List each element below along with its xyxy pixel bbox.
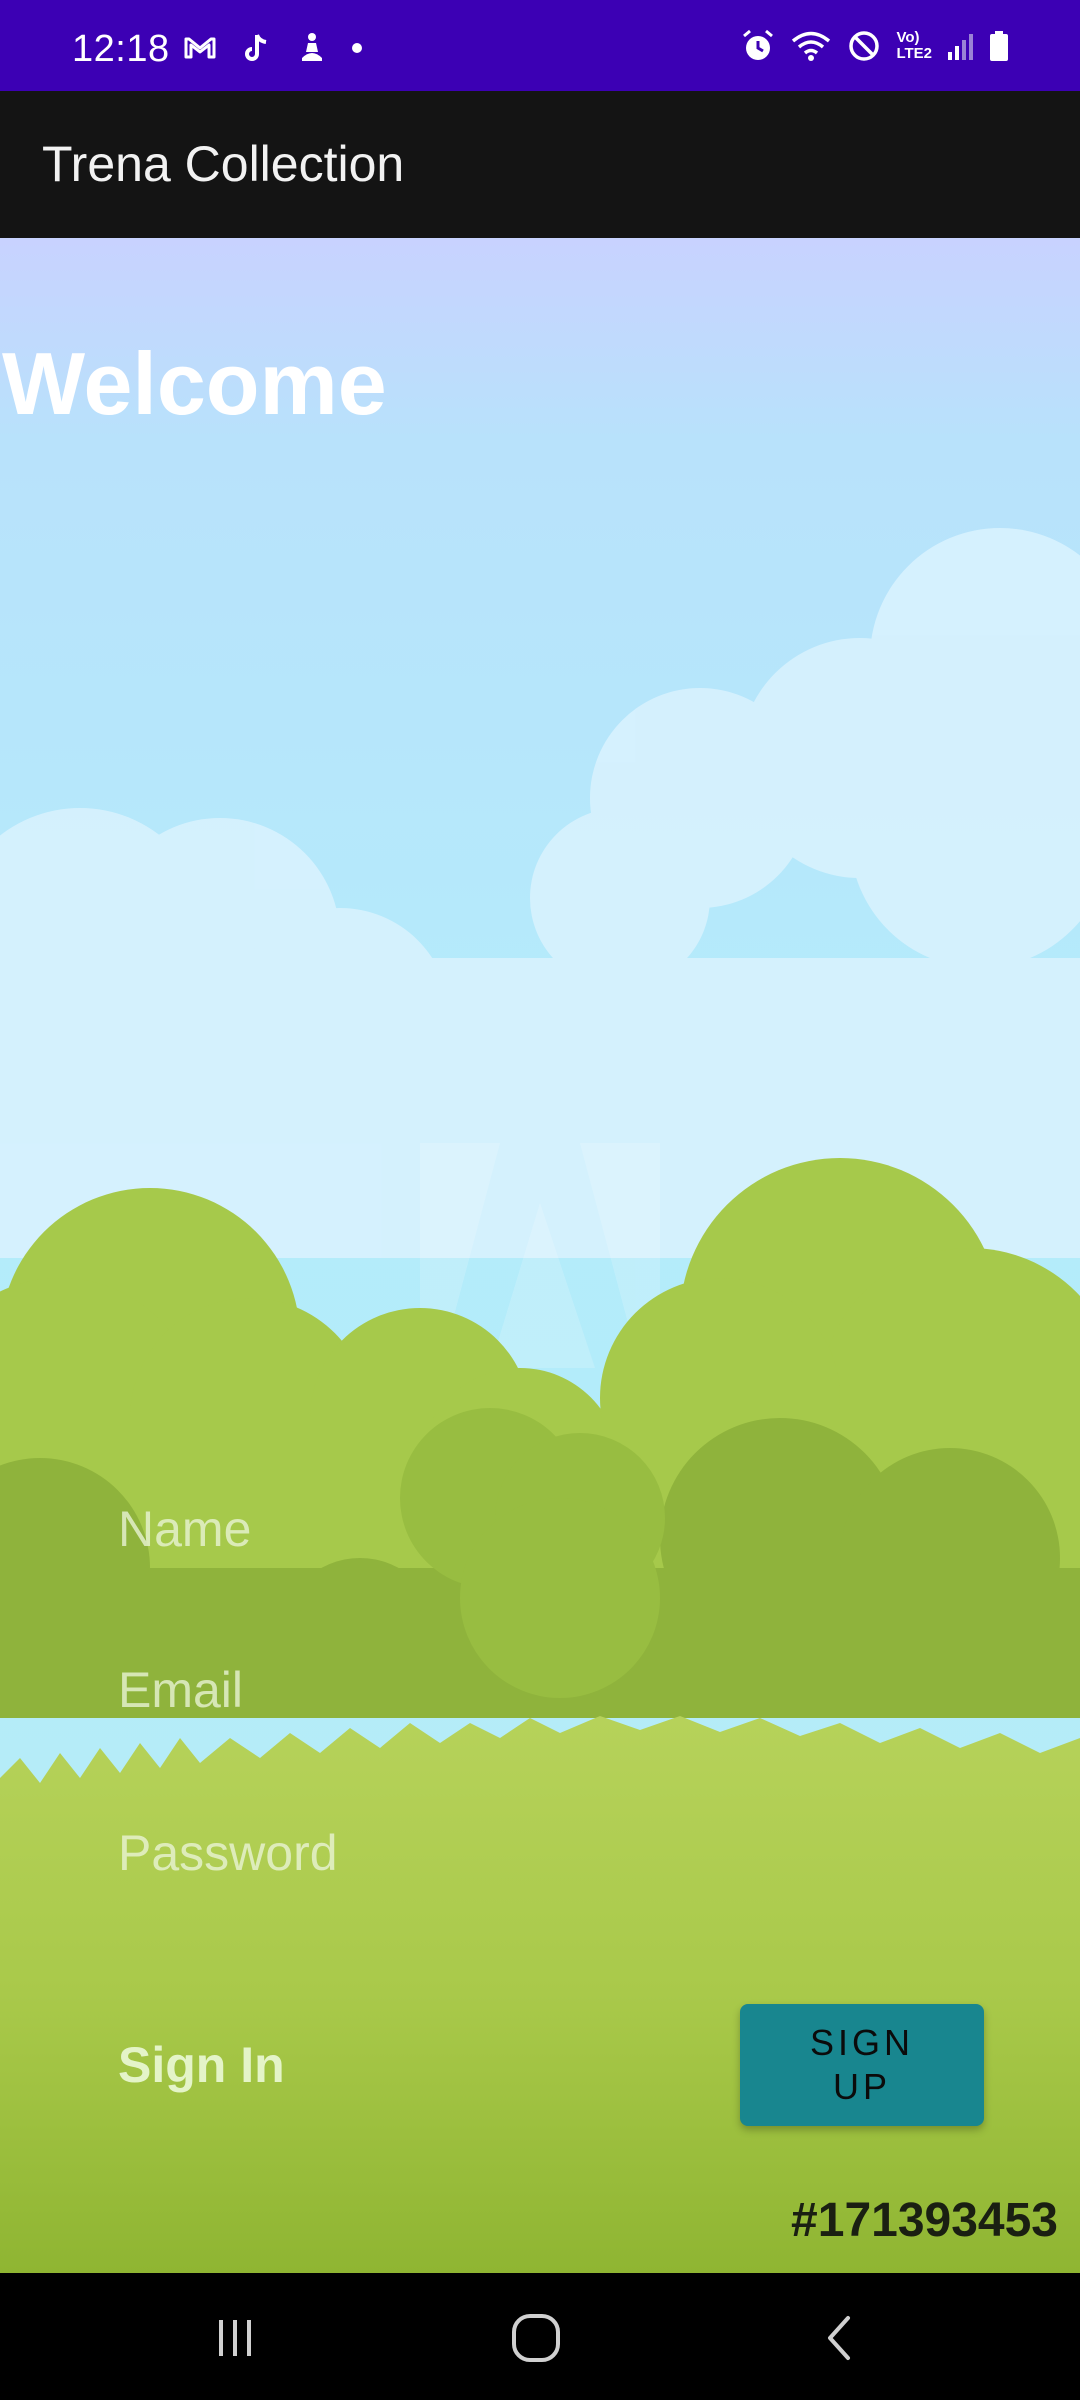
- email-field[interactable]: [118, 1661, 958, 1719]
- recent-apps-icon: [219, 2320, 251, 2356]
- gmail-icon: [182, 30, 218, 66]
- image-id-watermark: #171393453: [791, 2194, 1058, 2247]
- background-scene: Welcome Sign In SIGN UP #171393453: [0, 238, 1080, 2273]
- back-icon: [828, 2316, 850, 2360]
- sign-in-link[interactable]: Sign In: [118, 2036, 285, 2094]
- name-field[interactable]: [118, 1500, 958, 1558]
- status-bar: 12:18 Vo) LTE2: [0, 0, 1080, 91]
- grass-ground: [0, 1716, 1080, 2273]
- scene-illustration: [0, 528, 1080, 2273]
- network-type-label: Vo) LTE2: [896, 29, 932, 62]
- dot-icon: [350, 30, 364, 66]
- app-title: Trena Collection: [42, 136, 405, 192]
- signal-icon: [946, 28, 974, 64]
- status-left-icons: [182, 30, 364, 66]
- sign-up-button[interactable]: SIGN UP: [740, 2004, 984, 2126]
- do-not-disturb-icon: [846, 28, 882, 64]
- tiktok-icon: [238, 30, 274, 66]
- recent-apps-button[interactable]: [195, 2303, 275, 2373]
- status-time: 12:18: [72, 28, 170, 70]
- alarm-icon: [740, 28, 776, 64]
- screen: 12:18 Vo) LTE2 Trena Collection Welcome …: [0, 0, 1080, 2400]
- password-field[interactable]: [118, 1824, 958, 1882]
- wifi-icon: [790, 28, 832, 64]
- battery-icon: [988, 28, 1010, 64]
- clouds: [0, 528, 1080, 1258]
- app-notification-icon: [294, 30, 330, 66]
- home-icon: [512, 2314, 560, 2362]
- navigation-bar: [0, 2273, 1080, 2400]
- status-right-icons: Vo) LTE2: [740, 28, 1010, 64]
- welcome-heading: Welcome: [2, 334, 387, 433]
- home-button[interactable]: [496, 2303, 576, 2373]
- back-button[interactable]: [800, 2303, 880, 2373]
- app-bar: Trena Collection: [0, 91, 1080, 238]
